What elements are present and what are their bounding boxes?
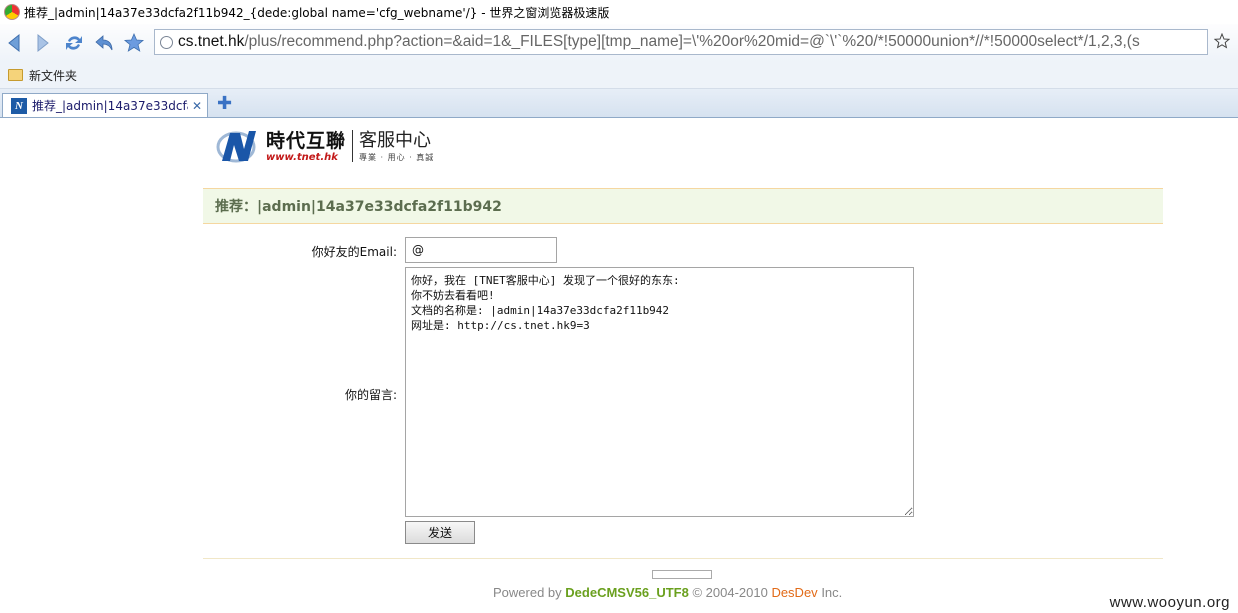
footer-empty-box: [652, 570, 712, 579]
footer-powered-by: Powered by DedeCMSV56_UTF8 © 2004-2010 D…: [493, 585, 842, 600]
navigation-toolbar: cs.tnet.hk/plus/recommend.php?action=&ai…: [0, 24, 1238, 62]
watermark: www.wooyun.org: [1109, 594, 1230, 611]
browser-app-icon: [4, 4, 20, 20]
logo-company-name: 時代互聯: [266, 129, 347, 152]
send-button[interactable]: 发送: [405, 521, 475, 544]
message-line: 网址是: http://cs.tnet.hk9=3: [411, 319, 590, 332]
forward-arrow-icon: [37, 33, 49, 53]
url-path: /plus/recommend.php?action=&aid=1&_FILES…: [244, 33, 1140, 50]
page-heading-bar: 推荐：|admin|14a37e33dcfa2f11b942: [203, 188, 1163, 224]
email-label: 你好友的Email:: [311, 245, 397, 259]
back-button[interactable]: [3, 31, 27, 55]
folder-icon: [8, 69, 23, 81]
bookmarks-bar: 新文件夹: [0, 62, 1238, 89]
refresh-icon: [66, 36, 82, 50]
footer-divider: [203, 558, 1163, 559]
tab-title: 推荐_|admin|14a37e33dcfa2f11b942_{dede:glo…: [32, 99, 188, 113]
friend-email-input[interactable]: [405, 237, 557, 263]
message-label: 你的留言:: [344, 388, 397, 402]
logo-service-name: 客服中心: [359, 129, 432, 151]
message-line: 文档的名称是: |admin|14a37e33dcfa2f11b942: [411, 304, 670, 317]
url-text[interactable]: cs.tnet.hk/plus/recommend.php?action=&ai…: [178, 33, 1140, 51]
logo-service-block: 客服中心 專業 · 用心 · 真誠: [359, 130, 434, 163]
tab-strip: N 推荐_|admin|14a37e33dcfa2f11b942_{dede:g…: [0, 89, 1238, 118]
new-tab-plus-icon[interactable]: ✚: [217, 95, 232, 113]
page-title: 推荐：|admin|14a37e33dcfa2f11b942: [215, 199, 502, 215]
powered-prefix: Powered by: [493, 585, 562, 600]
back-arrow-icon: [8, 33, 20, 53]
message-textarea[interactable]: 你好，我在 [TNET客服中心] 发现了一个很好的东东: 你不妨去看看吧! 文档…: [405, 267, 914, 517]
footer-suffix: Inc.: [821, 585, 843, 600]
star-icon: [123, 32, 145, 52]
message-line: 你好，我在 [TNET客服中心] 发现了一个很好的东东:: [411, 274, 680, 287]
site-logo[interactable]: 時代互聯 www.tnet.hk 客服中心 專業 · 用心 · 真誠: [216, 126, 434, 166]
tab-active[interactable]: N 推荐_|admin|14a37e33dcfa2f11b942_{dede:g…: [2, 93, 208, 117]
undo-close-button[interactable]: [92, 31, 116, 55]
window-titlebar: 推荐_|admin|14a37e33dcfa2f11b942_{dede:glo…: [0, 0, 1238, 24]
close-tab-icon[interactable]: ✕: [192, 99, 202, 113]
logo-divider: [352, 130, 354, 162]
undo-arrow-icon: [95, 35, 113, 51]
window-title: 推荐_|admin|14a37e33dcfa2f11b942_{dede:glo…: [24, 5, 610, 20]
refresh-button[interactable]: [62, 31, 86, 55]
site-favicon: N: [11, 97, 27, 114]
forward-button[interactable]: [30, 31, 54, 55]
logo-slogan: 專業 · 用心 · 真誠: [359, 152, 435, 162]
cms-link[interactable]: DedeCMSV56_UTF8: [565, 585, 689, 600]
logo-url: www.tnet.hk: [266, 151, 338, 163]
tnet-logo-icon: [216, 131, 256, 163]
url-host: cs.tnet.hk: [178, 33, 245, 50]
bookmark-star-icon[interactable]: [1214, 33, 1230, 49]
logo-company-block: 時代互聯 www.tnet.hk: [266, 130, 346, 163]
page-info-icon[interactable]: [160, 35, 173, 49]
copyright-text: © 2004-2010: [692, 585, 768, 600]
favorites-button[interactable]: [122, 31, 146, 55]
bookmark-folder-label[interactable]: 新文件夹: [29, 67, 77, 84]
dev-link[interactable]: DesDev: [771, 585, 817, 600]
address-bar[interactable]: cs.tnet.hk/plus/recommend.php?action=&ai…: [154, 29, 1208, 55]
message-line: 你不妨去看看吧!: [411, 289, 495, 302]
